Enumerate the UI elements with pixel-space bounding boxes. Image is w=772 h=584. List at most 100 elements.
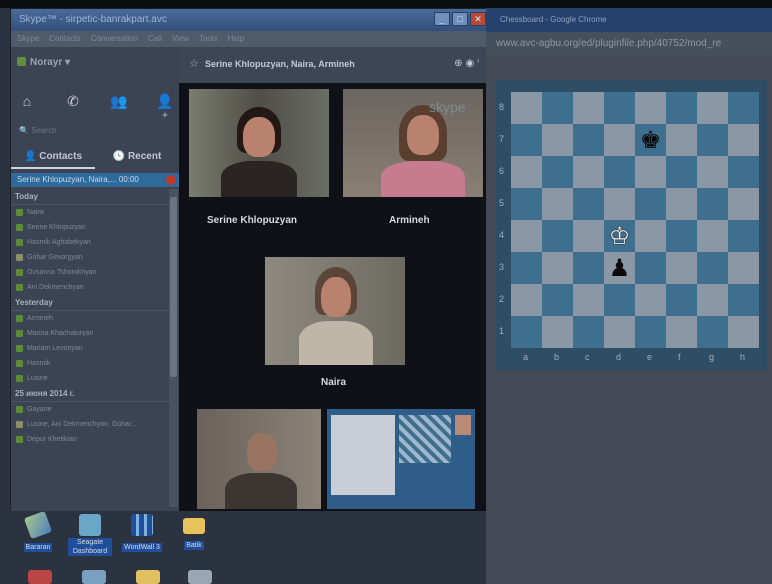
square-d7[interactable] bbox=[604, 124, 635, 156]
square-e4[interactable] bbox=[635, 220, 666, 252]
end-call-badge[interactable] bbox=[166, 175, 176, 185]
desktop-icon-partial[interactable] bbox=[82, 570, 106, 584]
square-d2[interactable] bbox=[604, 284, 635, 316]
square-b2[interactable] bbox=[542, 284, 573, 316]
square-g6[interactable] bbox=[697, 156, 728, 188]
square-e8[interactable] bbox=[635, 92, 666, 124]
add-contact-icon[interactable]: 👤⁺ bbox=[155, 93, 175, 125]
square-g4[interactable] bbox=[697, 220, 728, 252]
list-item[interactable]: Naira bbox=[11, 205, 169, 220]
square-d6[interactable] bbox=[604, 156, 635, 188]
menu-help[interactable]: Help bbox=[228, 31, 244, 47]
chess-piece-white[interactable]: ♔ bbox=[604, 220, 635, 252]
square-c4[interactable] bbox=[573, 220, 604, 252]
chrome-titlebar[interactable]: Chessboard - Google Chrome bbox=[486, 8, 772, 32]
square-b6[interactable] bbox=[542, 156, 573, 188]
square-f6[interactable] bbox=[666, 156, 697, 188]
square-a3[interactable] bbox=[511, 252, 542, 284]
desktop-icon-partial[interactable] bbox=[28, 570, 52, 584]
square-h6[interactable] bbox=[728, 156, 759, 188]
square-g3[interactable] bbox=[697, 252, 728, 284]
menu-contacts[interactable]: Contacts bbox=[49, 31, 81, 47]
square-g1[interactable] bbox=[697, 316, 728, 348]
list-item[interactable]: Gayane bbox=[11, 402, 169, 417]
call-phones-icon[interactable]: ✆ bbox=[63, 93, 83, 109]
square-f4[interactable] bbox=[666, 220, 697, 252]
list-item[interactable]: Hasmik Aghabekyan bbox=[11, 235, 169, 250]
square-e2[interactable] bbox=[635, 284, 666, 316]
square-b5[interactable] bbox=[542, 188, 573, 220]
square-d8[interactable] bbox=[604, 92, 635, 124]
square-f2[interactable] bbox=[666, 284, 697, 316]
minimize-button[interactable]: _ bbox=[434, 12, 450, 26]
square-h8[interactable] bbox=[728, 92, 759, 124]
tab-contacts[interactable]: 👤 Contacts bbox=[11, 145, 95, 169]
list-item[interactable]: Lusine, Ani Dekmenchyan, Gohar... bbox=[11, 417, 169, 432]
menu-call[interactable]: Call bbox=[148, 31, 162, 47]
list-item[interactable]: Depur Khetikian bbox=[11, 432, 169, 447]
square-g7[interactable] bbox=[697, 124, 728, 156]
user-status[interactable]: Norayr ▾ bbox=[17, 57, 70, 68]
square-a5[interactable] bbox=[511, 188, 542, 220]
chess-piece-black[interactable]: ♚ bbox=[635, 124, 666, 156]
url-text[interactable]: www.avc-agbu.org/ed/pluginfile.php/40752… bbox=[496, 38, 721, 49]
square-e6[interactable] bbox=[635, 156, 666, 188]
square-d5[interactable] bbox=[604, 188, 635, 220]
square-a8[interactable] bbox=[511, 92, 542, 124]
square-h2[interactable] bbox=[728, 284, 759, 316]
square-h5[interactable] bbox=[728, 188, 759, 220]
square-f8[interactable] bbox=[666, 92, 697, 124]
square-g2[interactable] bbox=[697, 284, 728, 316]
list-item[interactable]: Marina Khachaturyan bbox=[11, 326, 169, 341]
menu-skype[interactable]: Skype bbox=[17, 31, 39, 47]
close-button[interactable]: ✕ bbox=[470, 12, 486, 26]
menu-tools[interactable]: Tools bbox=[199, 31, 218, 47]
square-e3[interactable] bbox=[635, 252, 666, 284]
square-f3[interactable] bbox=[666, 252, 697, 284]
list-item[interactable]: Armineh bbox=[11, 311, 169, 326]
list-item[interactable]: Lusine bbox=[11, 371, 169, 386]
square-b7[interactable] bbox=[542, 124, 573, 156]
tab-recent[interactable]: 🕓 Recent bbox=[95, 145, 179, 169]
square-f5[interactable] bbox=[666, 188, 697, 220]
star-icon[interactable]: ☆ bbox=[189, 57, 199, 70]
square-c5[interactable] bbox=[573, 188, 604, 220]
active-call-item[interactable]: Serine Khlopuzyan, Naira,... 00:00 bbox=[11, 173, 179, 187]
square-f1[interactable] bbox=[666, 316, 697, 348]
list-item[interactable]: Gohar Gevorgyan bbox=[11, 250, 169, 265]
square-g5[interactable] bbox=[697, 188, 728, 220]
square-h4[interactable] bbox=[728, 220, 759, 252]
skype-titlebar[interactable]: Skype™ - sirpetic-banrakpart.avc _ □ ✕ bbox=[11, 9, 486, 31]
scrollbar-thumb[interactable] bbox=[170, 197, 177, 377]
list-item[interactable]: Ovsanna Tshorokhyan bbox=[11, 265, 169, 280]
square-e1[interactable] bbox=[635, 316, 666, 348]
desktop-icon-bararan[interactable]: Bararan bbox=[16, 510, 60, 554]
search-input[interactable]: 🔍 Search bbox=[15, 123, 175, 139]
call-header-icons[interactable]: ⊕◉ⁱ bbox=[454, 58, 482, 69]
square-b4[interactable] bbox=[542, 220, 573, 252]
square-h1[interactable] bbox=[728, 316, 759, 348]
square-c1[interactable] bbox=[573, 316, 604, 348]
square-e5[interactable] bbox=[635, 188, 666, 220]
square-h3[interactable] bbox=[728, 252, 759, 284]
chess-piece-black[interactable]: ♟ bbox=[604, 252, 635, 284]
square-a4[interactable] bbox=[511, 220, 542, 252]
desktop-icon-batik[interactable]: Batik bbox=[172, 514, 216, 552]
square-c7[interactable] bbox=[573, 124, 604, 156]
create-group-icon[interactable]: 👥 bbox=[109, 93, 129, 109]
square-b1[interactable] bbox=[542, 316, 573, 348]
square-b8[interactable] bbox=[542, 92, 573, 124]
menu-view[interactable]: View bbox=[172, 31, 189, 47]
chessboard[interactable]: ♚ ♔ ♟ 8 7 6 5 4 3 2 1 a b c d e f g h bbox=[496, 80, 767, 370]
square-d1[interactable] bbox=[604, 316, 635, 348]
maximize-button[interactable]: □ bbox=[452, 12, 468, 26]
sidebar-scrollbar[interactable] bbox=[169, 189, 178, 507]
list-item[interactable]: Serine Khlopuzyan bbox=[11, 220, 169, 235]
desktop-icon-partial[interactable] bbox=[136, 570, 160, 584]
square-c8[interactable] bbox=[573, 92, 604, 124]
square-a6[interactable] bbox=[511, 156, 542, 188]
list-item[interactable]: Hasmik bbox=[11, 356, 169, 371]
desktop-icon-partial[interactable] bbox=[188, 570, 212, 584]
square-a7[interactable] bbox=[511, 124, 542, 156]
list-item[interactable]: Ani Dekmenchyan bbox=[11, 280, 169, 295]
